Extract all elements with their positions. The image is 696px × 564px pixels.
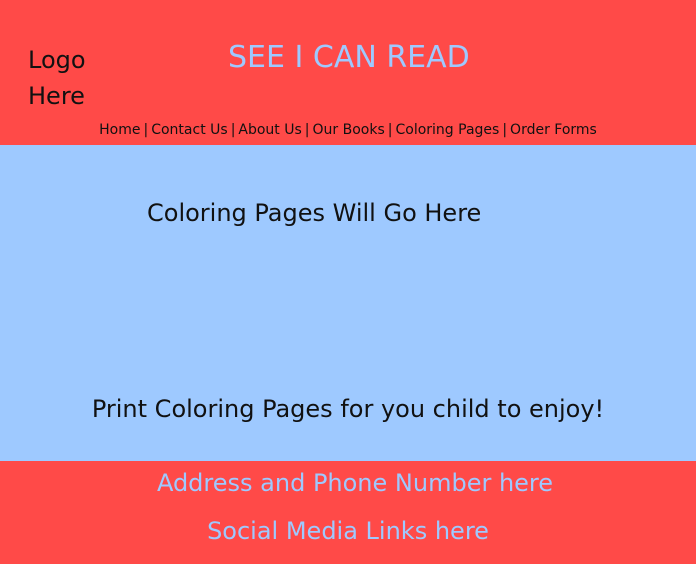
- nav-separator: |: [387, 122, 393, 138]
- site-title: SEE I CAN READ: [228, 40, 470, 75]
- nav-link-contact-us[interactable]: Contact Us: [151, 122, 227, 138]
- logo[interactable]: Logo Here: [28, 42, 108, 114]
- footer-address: Address and Phone Number here: [156, 469, 554, 497]
- footer-social-links[interactable]: Social Media Links here: [0, 515, 696, 547]
- nav-separator: |: [230, 122, 236, 138]
- nav-link-order-forms[interactable]: Order Forms: [510, 122, 597, 138]
- logo-line-1: Logo: [28, 46, 86, 74]
- nav-link-our-books[interactable]: Our Books: [313, 122, 385, 138]
- nav-link-coloring-pages[interactable]: Coloring Pages: [395, 122, 499, 138]
- nav-link-home[interactable]: Home: [99, 122, 140, 138]
- logo-line-2: Here: [28, 82, 85, 110]
- page-heading: Coloring Pages Will Go Here: [147, 199, 482, 227]
- main-content: Coloring Pages Will Go Here Print Colori…: [0, 145, 696, 461]
- nav-separator: |: [304, 122, 310, 138]
- nav-link-about-us[interactable]: About Us: [238, 122, 301, 138]
- site-header: Logo Here SEE I CAN READ Home | Contact Us…: [0, 0, 696, 145]
- page-subtext: Print Coloring Pages for you child to en…: [91, 395, 605, 423]
- site-footer: Address and Phone Number here Social Med…: [0, 461, 696, 564]
- main-nav: Home | Contact Us | About Us | Our Books | Color…: [0, 121, 696, 139]
- nav-separator: |: [143, 122, 149, 138]
- nav-separator: |: [502, 122, 508, 138]
